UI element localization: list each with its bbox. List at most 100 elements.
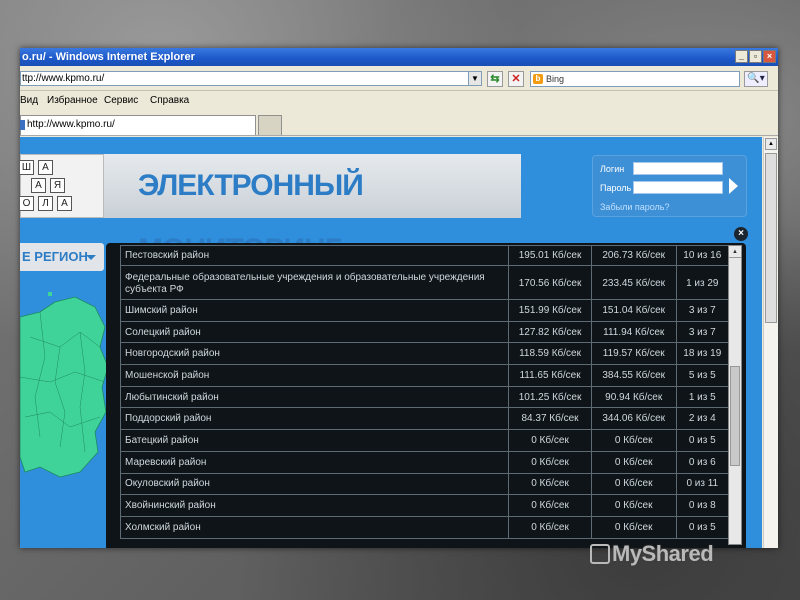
browser-window: о.ru/ - Windows Internet Explorer _ ▫ × …	[20, 48, 778, 548]
map-region	[20, 296, 109, 478]
region-map[interactable]	[20, 287, 110, 487]
count-cell: 0 из 6	[675, 450, 729, 474]
upload-speed-cell: 127.82 Кб/сек	[508, 320, 592, 344]
table-row: Пестовский район 195.01 Кб/сек 206.73 Кб/с…	[120, 245, 729, 266]
region-name-cell: Хвойнинский район	[120, 494, 510, 517]
table-row: Шимский район 151.99 Кб/сек 151.04 Кб/сек 3…	[120, 299, 729, 322]
region-selector[interactable]: Е РЕГИОН	[20, 243, 104, 271]
refresh-icon[interactable]: ⇆	[487, 71, 503, 87]
watermark: MyShared	[612, 541, 714, 566]
region-name-cell: Любытинский район	[120, 385, 510, 409]
table-row: Новгородский район 118.59 Кб/сек 119.57 Кб…	[120, 342, 729, 366]
login-arrow-icon[interactable]	[729, 178, 738, 194]
maximize-button[interactable]: ▫	[749, 50, 762, 63]
download-speed-cell: 0 Кб/сек	[590, 515, 677, 539]
download-speed-cell: 233.45 Кб/сек	[590, 265, 677, 300]
page-scrollbar[interactable]: ▲	[763, 137, 778, 548]
download-speed-cell: 344.06 Кб/сек	[590, 407, 677, 431]
site-logo[interactable]: Ш А А Я О Л А	[20, 154, 104, 218]
count-cell: 18 из 19	[675, 342, 729, 366]
region-name-cell: Шимский район	[120, 299, 510, 322]
scrollbar-thumb[interactable]	[730, 366, 740, 466]
table-row: Холмский район 0 Кб/сек 0 Кб/сек 0 из 5	[120, 515, 729, 539]
scrollbar-thumb[interactable]	[765, 153, 777, 323]
tab-kpmo[interactable]: http://www.kpmo.ru/	[20, 115, 256, 135]
table-row: Батецкий район 0 Кб/сек 0 Кб/сек 0 из 5	[120, 429, 729, 452]
download-speed-cell: 384.55 Кб/сек	[590, 364, 677, 387]
upload-speed-cell: 118.59 Кб/сек	[508, 342, 592, 366]
region-name-cell: Поддорский район	[120, 407, 510, 431]
minimize-button[interactable]: _	[735, 50, 748, 63]
address-toolbar: ttp://www.kpmo.ru/ ▼ ⇆ ✕ b Bing 🔍▾	[20, 67, 778, 91]
count-cell: 3 из 7	[675, 320, 729, 344]
page-icon	[20, 120, 25, 130]
download-speed-cell: 0 Кб/сек	[590, 429, 677, 452]
table-row: Федеральные образовательные учреждения и…	[120, 265, 729, 300]
table-row: Маревский район 0 Кб/сек 0 Кб/сек 0 из 6	[120, 450, 729, 474]
region-name-cell: Новгородский район	[120, 342, 510, 366]
password-label: Пароль	[600, 183, 632, 193]
region-name-cell: Батецкий район	[120, 429, 510, 452]
table-row: Любытинский район 101.25 Кб/сек 90.94 Кб/с…	[120, 385, 729, 409]
search-icon[interactable]: 🔍▾	[744, 71, 768, 87]
page-content: Ш А А Я О Л А ЭЛЕКТРОННЫЙ МОНИТОРИНГ Лог…	[20, 137, 762, 548]
logo-letter: А	[57, 196, 72, 211]
download-speed-cell: 119.57 Кб/сек	[590, 342, 677, 366]
region-selector-label: Е РЕГИОН	[22, 249, 88, 264]
upload-speed-cell: 0 Кб/сек	[508, 494, 592, 517]
close-icon[interactable]: ×	[734, 227, 748, 241]
panel-scrollbar[interactable]: ▲	[728, 245, 742, 545]
table-row: Солецкий район 127.82 Кб/сек 111.94 Кб/сек…	[120, 320, 729, 344]
count-cell: 1 из 5	[675, 385, 729, 409]
count-cell: 5 из 5	[675, 364, 729, 387]
chevron-down-icon	[86, 255, 96, 260]
search-engine-label: Bing	[546, 74, 565, 84]
login-form: Логин Пароль Забыли пароль?	[592, 155, 747, 217]
count-cell: 0 из 11	[675, 472, 729, 496]
region-name-cell: Маревский район	[120, 450, 510, 474]
site-banner: ЭЛЕКТРОННЫЙ МОНИТОРИНГ	[104, 154, 521, 266]
upload-speed-cell: 101.25 Кб/сек	[508, 385, 592, 409]
stop-icon[interactable]: ✕	[508, 71, 524, 87]
upload-speed-cell: 170.56 Кб/сек	[508, 265, 592, 300]
count-cell: 0 из 5	[675, 515, 729, 539]
logo-letter: О	[20, 196, 34, 211]
forgot-password-link[interactable]: Забыли пароль?	[600, 202, 669, 212]
search-input[interactable]: b Bing	[530, 71, 740, 87]
scroll-up-icon[interactable]: ▲	[765, 138, 777, 150]
menu-view[interactable]: Вид	[20, 92, 38, 110]
menu-favorites[interactable]: Избранное	[47, 92, 98, 110]
upload-speed-cell: 0 Кб/сек	[508, 472, 592, 496]
tab-label: http://www.kpmo.ru/	[27, 119, 115, 130]
region-name-cell: Мошенской район	[120, 364, 510, 387]
menu-help[interactable]: Справка	[150, 92, 189, 110]
login-label: Логин	[600, 164, 625, 174]
menu-bar: Вид Избранное Сервис Справка	[20, 92, 778, 110]
menu-tools[interactable]: Сервис	[104, 92, 138, 110]
bing-icon: b	[533, 74, 543, 84]
region-name-cell: Окуловский район	[120, 472, 510, 496]
tab-bar: http://www.kpmo.ru/	[20, 112, 778, 136]
download-speed-cell: 0 Кб/сек	[590, 472, 677, 496]
upload-speed-cell: 0 Кб/сек	[508, 515, 592, 539]
login-input[interactable]	[633, 162, 723, 175]
window-title: о.ru/ - Windows Internet Explorer	[22, 51, 195, 63]
count-cell: 2 из 4	[675, 407, 729, 431]
region-name-cell: Солецкий район	[120, 320, 510, 344]
new-tab-button[interactable]	[258, 115, 282, 135]
address-dropdown-icon[interactable]: ▼	[468, 71, 482, 86]
upload-speed-cell: 84.37 Кб/сек	[508, 407, 592, 431]
password-input[interactable]	[633, 181, 723, 194]
scroll-up-icon[interactable]: ▲	[729, 246, 741, 258]
address-input[interactable]: ttp://www.kpmo.ru/	[20, 71, 482, 86]
logo-letter: Я	[50, 178, 65, 193]
logo-letter: А	[38, 160, 53, 175]
download-speed-cell: 206.73 Кб/сек	[590, 245, 677, 266]
count-cell: 0 из 8	[675, 494, 729, 517]
region-name-cell: Федеральные образовательные учреждения и…	[120, 265, 510, 300]
close-window-button[interactable]: ×	[763, 50, 776, 63]
upload-speed-cell: 0 Кб/сек	[508, 429, 592, 452]
logo-letter: А	[31, 178, 46, 193]
table-row: Хвойнинский район 0 Кб/сек 0 Кб/сек 0 из 8	[120, 494, 729, 517]
upload-speed-cell: 151.99 Кб/сек	[508, 299, 592, 322]
